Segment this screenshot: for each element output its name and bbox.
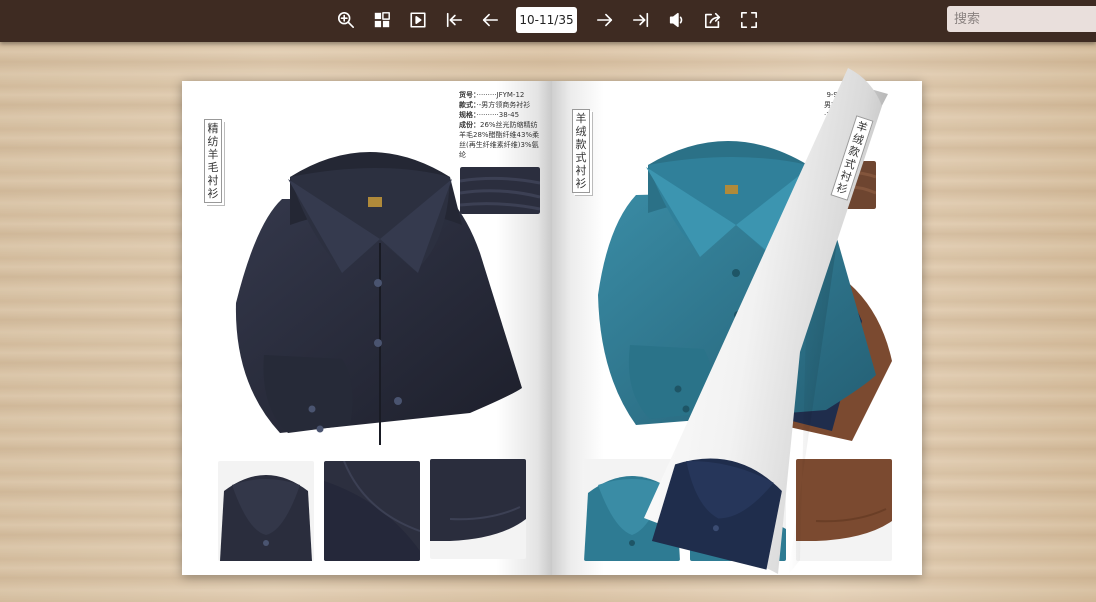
toolbar: 10-11/35 <box>0 0 1096 42</box>
sleeve-detail-image <box>324 461 420 561</box>
last-page-icon <box>632 12 649 28</box>
zoom-in-icon <box>337 11 355 29</box>
collar-detail-image <box>218 461 314 561</box>
arrow-left-icon <box>482 13 499 27</box>
arrow-right-icon <box>596 13 613 27</box>
left-page[interactable]: 精纺羊毛衬衫 货号：·········JFYM-12 款式：·-男方领商务衬衫 … <box>182 81 552 575</box>
zoom-in-button[interactable] <box>334 8 358 32</box>
page-indicator[interactable]: 10-11/35 <box>516 7 577 33</box>
next-page-button[interactable] <box>593 8 617 32</box>
product-style: 男商务衬衫 <box>824 101 859 109</box>
teal-sleeve-image <box>690 459 786 561</box>
page-title: 羊绒款式衬衫 <box>572 109 590 193</box>
first-page-icon <box>446 12 463 28</box>
prev-page-button[interactable] <box>478 8 502 32</box>
grid-icon <box>374 12 390 28</box>
speaker-icon <box>669 12 683 28</box>
spec-label: 规格： <box>459 111 477 119</box>
main-shirt-image <box>235 152 522 445</box>
right-page[interactable]: 羊绒款式衬衫 9-9934 男商务衬衫 ·38-45 绒+5.1% 纶纤+17.… <box>552 81 922 575</box>
play-icon <box>410 12 426 28</box>
teal-collar-image <box>584 459 680 561</box>
brown-hem-image <box>796 459 892 561</box>
product-code: ·········JFYM-12 <box>476 91 525 99</box>
sound-button[interactable] <box>665 8 689 32</box>
spec-label: 成份： <box>459 121 480 129</box>
hem-detail-image <box>430 459 526 559</box>
fullscreen-button[interactable] <box>737 8 761 32</box>
autoplay-button[interactable] <box>406 8 430 32</box>
fullscreen-icon <box>740 11 758 29</box>
page-title: 精纺羊毛衬衫 <box>204 119 222 203</box>
spec-label: 款式： <box>459 101 477 109</box>
product-size: ·38-45 <box>824 111 847 119</box>
product-style: ·-男方领商务衬衫 <box>476 101 531 109</box>
share-icon <box>704 12 721 29</box>
thumbnails-button[interactable] <box>370 8 394 32</box>
flipbook[interactable]: 精纺羊毛衬衫 货号：·········JFYM-12 款式：·-男方领商务衬衫 … <box>182 81 922 575</box>
search-input[interactable] <box>947 6 1096 32</box>
last-page-button[interactable] <box>629 8 653 32</box>
product-size: ··········38-45 <box>476 111 520 119</box>
first-page-button[interactable] <box>442 8 466 32</box>
product-code: 9-9934 <box>826 91 852 99</box>
share-button[interactable] <box>701 8 725 32</box>
spec-label: 货号： <box>459 91 477 99</box>
